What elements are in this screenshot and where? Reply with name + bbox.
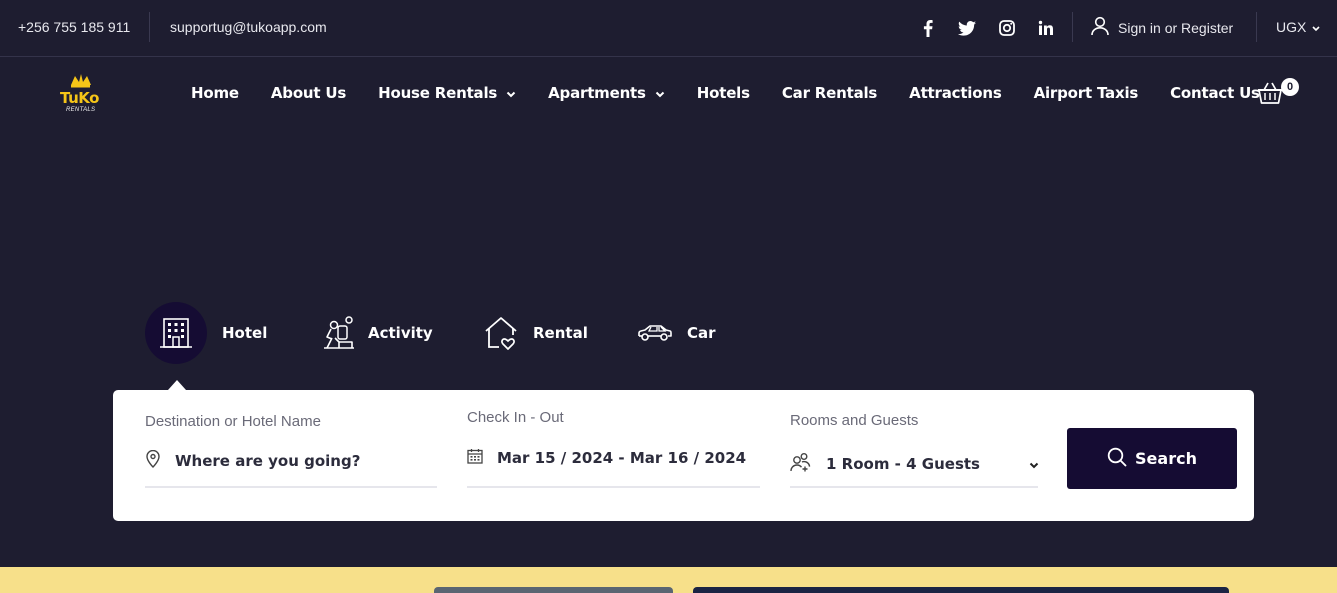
nav-item-about-us[interactable]: About Us: [271, 84, 346, 102]
check-in-out-label: Check In - Out: [467, 409, 564, 426]
currency-label: UGX: [1276, 19, 1307, 35]
logo-text: TuKo: [60, 89, 99, 107]
chevron-down-icon: [1312, 19, 1320, 35]
nav-label: About Us: [270, 84, 347, 102]
nav-item-hotels[interactable]: Hotels: [697, 84, 750, 102]
divider: [149, 12, 150, 42]
date-range-value: Mar 15 / 2024 - Mar 16 / 2024: [497, 449, 747, 467]
featured-image[interactable]: [693, 587, 1229, 593]
twitter-icon[interactable]: [956, 17, 978, 39]
nav-label: Airport Taxis: [1033, 84, 1139, 102]
field-underline: [790, 486, 1038, 488]
field-underline: [145, 486, 437, 488]
tab-hotel[interactable]: Hotel: [145, 302, 267, 364]
tab-label: Rental: [533, 324, 588, 342]
phone-number[interactable]: +256 755 185 911: [18, 19, 130, 35]
date-range-input[interactable]: Mar 15 / 2024 - Mar 16 / 2024: [467, 448, 746, 468]
nav-label: Home: [191, 84, 239, 102]
top-bar: +256 755 185 911 supportug@tukoapp.com S…: [0, 0, 1337, 57]
activity-icon: [318, 313, 358, 353]
sign-in-link[interactable]: Sign in or Register: [1090, 16, 1233, 39]
tab-label: Activity: [368, 324, 433, 342]
instagram-icon[interactable]: [996, 17, 1018, 39]
nav-item-apartments[interactable]: Apartments: [548, 84, 665, 102]
search-button[interactable]: Search: [1067, 428, 1237, 489]
car-icon: [635, 313, 675, 353]
nav-label: Car Rentals: [781, 84, 878, 102]
rooms-guests-select[interactable]: 1 Room - 4 Guests: [790, 452, 1039, 476]
featured-section: [0, 567, 1337, 593]
divider: [1072, 12, 1073, 42]
chevron-down-icon: [1029, 455, 1039, 473]
logo-subtext: RENTALS: [66, 107, 96, 113]
guests-icon: [790, 452, 812, 476]
nav-label: Attractions: [909, 84, 1002, 102]
cart-button[interactable]: 0: [1257, 78, 1303, 108]
tab-label: Car: [687, 324, 716, 342]
nav-label: Contact Us: [1170, 84, 1260, 102]
linkedin-icon[interactable]: [1035, 17, 1057, 39]
nav-item-home[interactable]: Home: [191, 84, 239, 102]
destination-value: Where are you going?: [175, 452, 361, 470]
featured-image[interactable]: [434, 587, 673, 593]
destination-label: Destination or Hotel Name: [145, 413, 321, 430]
nav-label: House Rentals: [378, 84, 498, 102]
nav-item-car-rentals[interactable]: Car Rentals: [781, 84, 878, 102]
cart-count-badge: 0: [1281, 78, 1299, 96]
calendar-icon: [467, 448, 483, 468]
nav-item-airport-taxis[interactable]: Airport Taxis: [1034, 84, 1139, 102]
search-icon: [1107, 447, 1127, 471]
rooms-guests-field[interactable]: Rooms and Guests 1 Room - 4 Guests: [790, 412, 1039, 489]
nav-item-attractions[interactable]: Attractions: [909, 84, 1002, 102]
nav-item-house-rentals[interactable]: House Rentals: [378, 84, 516, 102]
user-icon: [1090, 16, 1110, 39]
tab-rental[interactable]: Rental: [481, 302, 588, 364]
main-nav: Home About Us House Rentals Apartments H…: [191, 84, 1292, 102]
field-underline: [467, 486, 760, 488]
rooms-guests-value: 1 Room - 4 Guests: [826, 455, 980, 473]
logo[interactable]: TuKo RENTALS: [56, 72, 106, 118]
chevron-down-icon: [506, 84, 516, 102]
tab-activity[interactable]: Activity: [318, 302, 433, 364]
support-email[interactable]: supportug@tukoapp.com: [170, 19, 327, 35]
location-pin-icon: [145, 449, 161, 472]
rooms-guests-label: Rooms and Guests: [790, 412, 919, 429]
divider: [1256, 12, 1257, 42]
search-form: Destination or Hotel Name Where are you …: [113, 390, 1254, 521]
tab-label: Hotel: [222, 324, 268, 342]
nav-item-contact-us[interactable]: Contact Us: [1170, 84, 1260, 102]
hotel-icon: [145, 302, 207, 364]
destination-input[interactable]: Where are you going?: [145, 449, 361, 472]
sign-in-label: Sign in or Register: [1118, 19, 1234, 36]
check-in-out-field[interactable]: Check In - Out Mar 15 / 2024 - Mar 16 / …: [467, 409, 760, 489]
destination-field[interactable]: Destination or Hotel Name Where are you …: [145, 413, 437, 489]
chevron-down-icon: [655, 84, 665, 102]
basket-icon: [1257, 81, 1283, 110]
nav-label: Hotels: [696, 84, 750, 102]
nav-label: Apartments: [548, 84, 646, 102]
rental-house-icon: [481, 313, 521, 353]
currency-selector[interactable]: UGX: [1276, 19, 1320, 35]
active-tab-pointer: [168, 380, 186, 390]
facebook-icon[interactable]: [917, 17, 939, 39]
tab-car[interactable]: Car: [635, 302, 716, 364]
search-button-label: Search: [1135, 449, 1197, 468]
